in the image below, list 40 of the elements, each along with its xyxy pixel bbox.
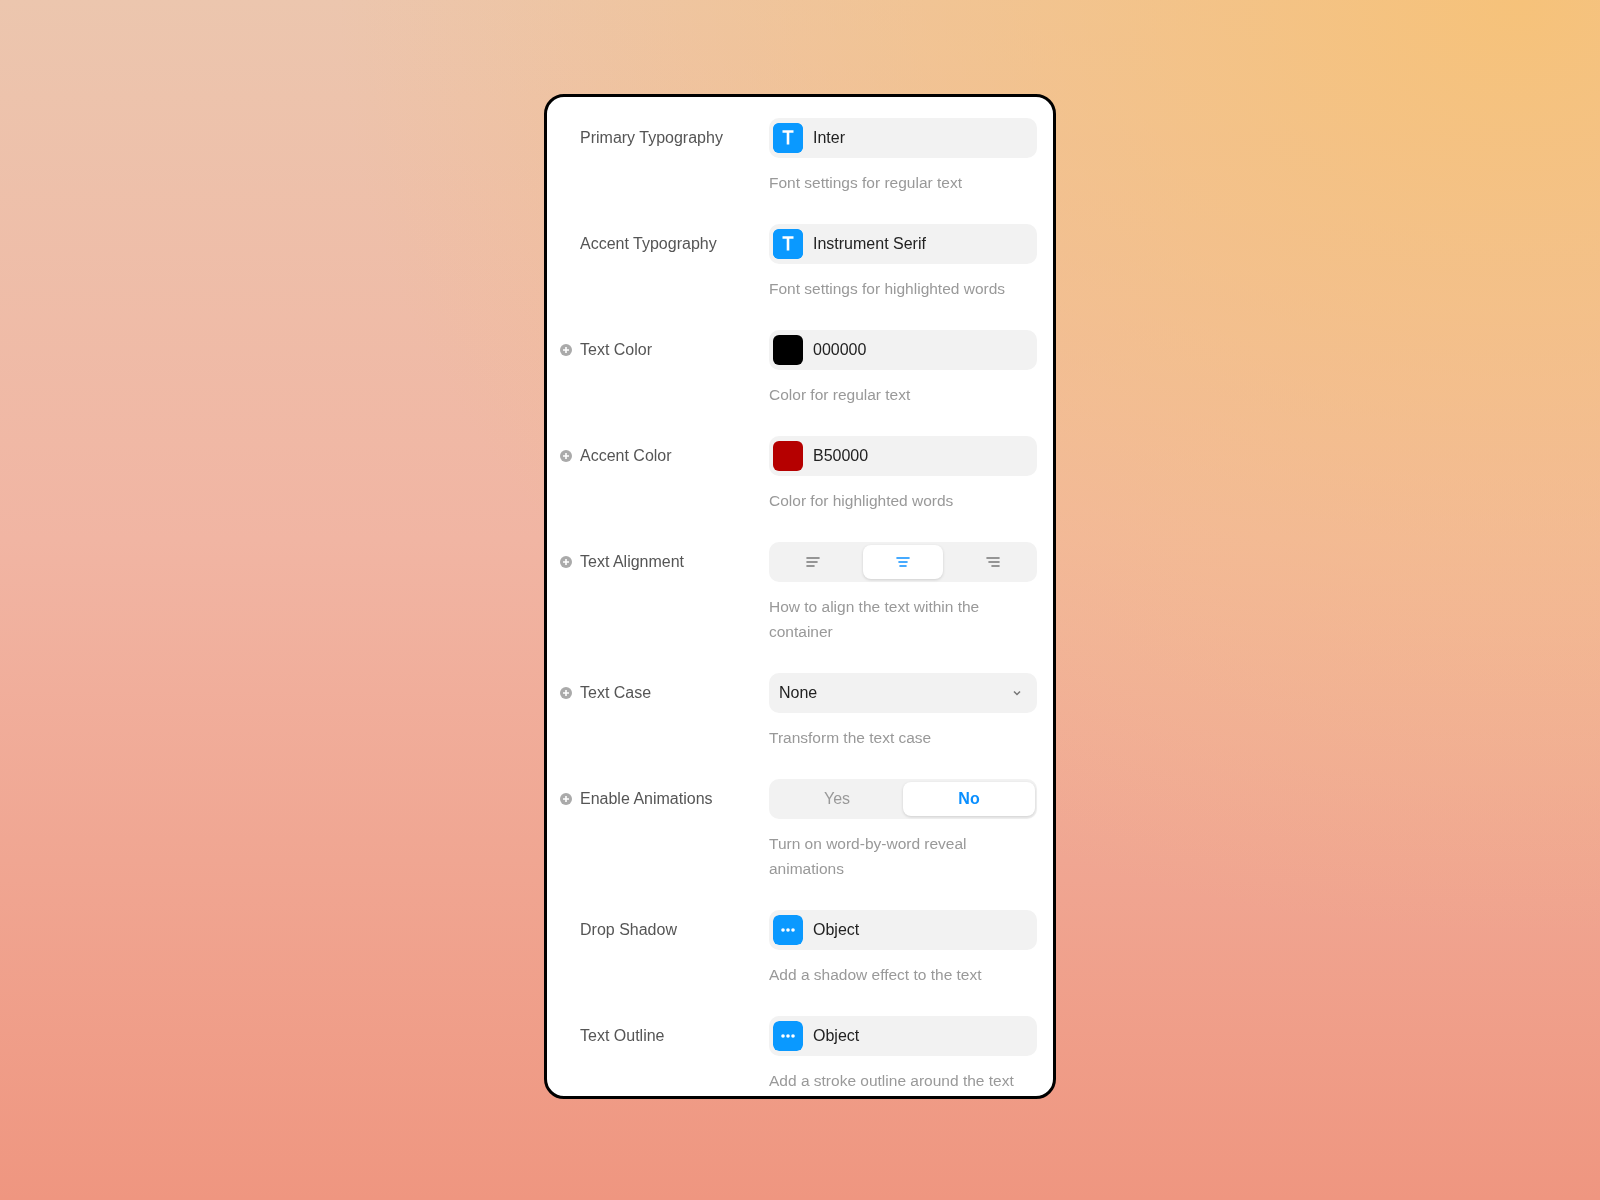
setting-description: Font settings for highlighted words bbox=[769, 279, 1007, 299]
setting-label: Enable Animations bbox=[580, 790, 713, 808]
color-field[interactable]: B50000 bbox=[769, 436, 1037, 476]
text-icon bbox=[773, 229, 803, 259]
align-left-icon bbox=[806, 556, 820, 568]
setting-label: Text Alignment bbox=[580, 553, 685, 571]
color-field[interactable]: 000000 bbox=[769, 330, 1037, 370]
setting-description: How to align the text within the container bbox=[769, 597, 981, 642]
align-right-icon bbox=[986, 556, 1000, 568]
more-icon bbox=[773, 915, 803, 945]
setting-label: Text Case bbox=[580, 684, 652, 702]
color-swatch[interactable] bbox=[773, 441, 803, 471]
setting-label: Text Outline bbox=[580, 1027, 665, 1045]
object-field[interactable]: Object bbox=[769, 910, 1037, 950]
plus-icon[interactable] bbox=[560, 687, 572, 699]
plus-icon[interactable] bbox=[560, 450, 572, 462]
setting-description: Font settings for regular text bbox=[769, 173, 963, 193]
plus-icon[interactable] bbox=[560, 344, 572, 356]
color-swatch[interactable] bbox=[773, 335, 803, 365]
setting-label: Accent Typography bbox=[580, 235, 717, 253]
setting-description: Transform the text case bbox=[769, 728, 933, 748]
setting-description: Turn on word-by-word reveal animations bbox=[769, 834, 968, 879]
object-field[interactable]: Object bbox=[769, 1016, 1037, 1056]
setting-description: Color for highlighted words bbox=[769, 491, 955, 511]
setting-description: Color for regular text bbox=[769, 385, 912, 405]
text-icon bbox=[773, 123, 803, 153]
font-field[interactable]: Inter bbox=[769, 118, 1037, 158]
setting-description: Add a stroke outline around the text bbox=[769, 1071, 1015, 1091]
setting-label: Drop Shadow bbox=[580, 921, 677, 939]
alignment-option[interactable] bbox=[863, 545, 943, 579]
setting-label: Accent Color bbox=[580, 447, 672, 465]
font-field[interactable]: Instrument Serif bbox=[769, 224, 1037, 264]
plus-icon[interactable] bbox=[560, 793, 572, 805]
align-center-icon bbox=[896, 556, 910, 568]
plus-icon[interactable] bbox=[560, 556, 572, 568]
setting-label: Text Color bbox=[580, 341, 653, 359]
more-icon bbox=[773, 1021, 803, 1051]
setting-description: Add a shadow effect to the text bbox=[769, 965, 983, 985]
setting-label: Primary Typography bbox=[580, 129, 723, 147]
dropdown[interactable]: None bbox=[769, 673, 1037, 713]
